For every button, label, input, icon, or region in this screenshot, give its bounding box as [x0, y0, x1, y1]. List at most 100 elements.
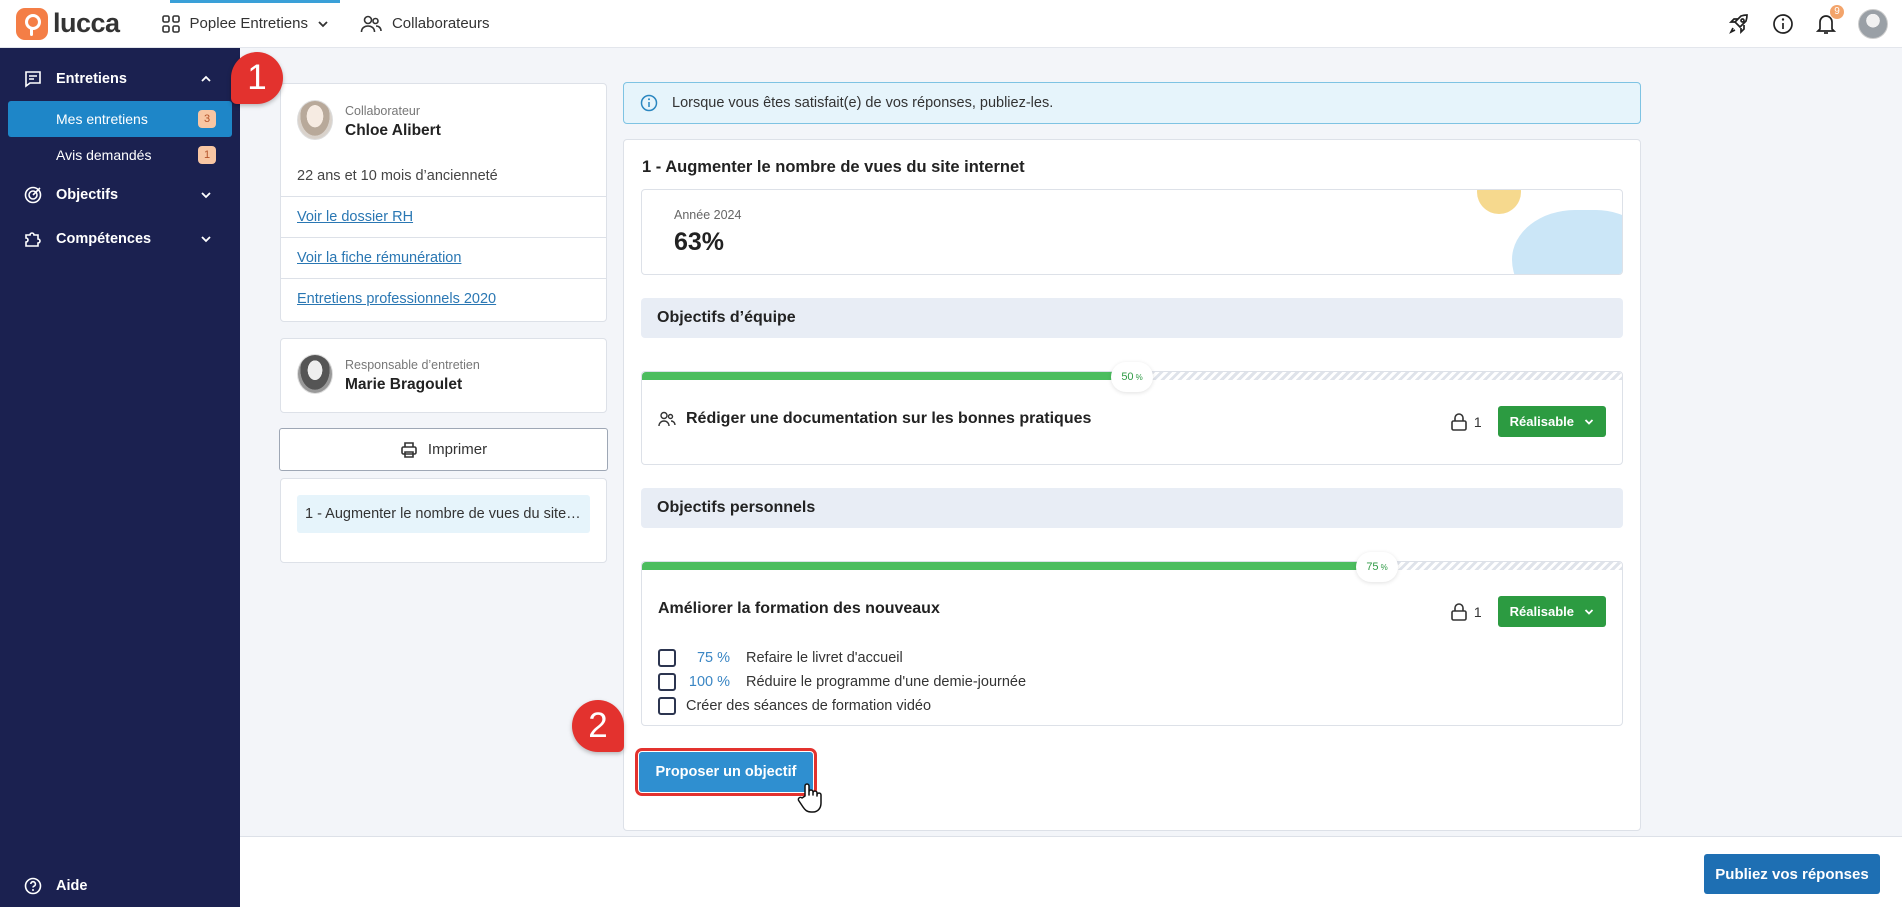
personal-goal-label: Améliorer la formation des nouveaux — [658, 600, 940, 617]
help-icon — [24, 877, 42, 895]
lucca-logo[interactable]: lucca — [16, 7, 120, 40]
seniority-text: 22 ans et 10 mois d’ancienneté — [297, 168, 498, 184]
target-icon — [24, 186, 42, 204]
status-label: Réalisable — [1509, 604, 1574, 619]
sidebar-section-label: Compétences — [56, 231, 152, 247]
info-text: Lorsque vous êtes satisfait(e) de vos ré… — [672, 95, 1054, 111]
lock-icon — [1450, 412, 1468, 432]
status-label: Réalisable — [1509, 414, 1574, 429]
collaborator-avatar — [297, 100, 333, 140]
users-icon — [360, 15, 382, 33]
rocket-icon[interactable] — [1728, 13, 1750, 35]
collaborators-label: Collaborateurs — [391, 15, 490, 32]
objective-card: 1 - Augmenter le nombre de vues du site … — [623, 139, 1641, 831]
personal-goal: 75% Améliorer la formation des nouveaux … — [641, 552, 1623, 726]
sidebar-item-avis-demandes[interactable]: Avis demandés 1 — [8, 137, 232, 173]
status-dropdown[interactable]: Réalisable — [1497, 596, 1606, 627]
info-icon — [640, 94, 658, 112]
key-result-checkbox[interactable] — [658, 673, 676, 691]
sidebar-section-label: Entretiens — [56, 71, 127, 87]
apps-grid-icon — [161, 14, 180, 33]
progress-value: 75 — [1366, 561, 1379, 573]
manager-name: Marie Bragoulet — [345, 376, 463, 393]
sidebar: Entretiens Mes entretiens 3 Avis demandé… — [0, 48, 240, 907]
sidebar-section-objectifs[interactable]: Objectifs — [0, 173, 240, 217]
progress-fill — [642, 562, 1377, 570]
year-label: Année 2024 — [674, 208, 742, 222]
sidebar-item-count: 1 — [198, 146, 216, 164]
team-goal-label: Rédiger une documentation sur les bonnes… — [686, 410, 1092, 427]
step-marker-2: 2 — [572, 700, 624, 752]
key-results-list: 75 % Refaire le livret d'accueil 100 % R… — [658, 646, 1026, 718]
percent-sign: % — [1380, 562, 1388, 572]
progress-pill: 75% — [1356, 552, 1398, 582]
lock-count: 1 — [1450, 412, 1482, 432]
toc-item[interactable]: 1 - Augmenter le nombre de vues du site … — [297, 495, 590, 533]
collaborator-role: Collaborateur — [345, 104, 421, 118]
salary-link[interactable]: Voir la fiche rémunération — [297, 250, 461, 266]
list-item: 75 % Refaire le livret d'accueil — [658, 646, 1026, 670]
publish-button[interactable]: Publiez vos réponses — [1704, 854, 1880, 894]
top-bar: lucca Poplee Entretiens Collaborateurs 9 — [0, 0, 1902, 48]
year-value: 63% — [674, 228, 725, 256]
progress-pill: 50% — [1111, 362, 1153, 392]
notification-count: 9 — [1830, 4, 1844, 19]
past-interviews-link[interactable]: Entretiens professionnels 2020 — [297, 291, 496, 307]
info-banner: Lorsque vous êtes satisfait(e) de vos ré… — [623, 82, 1641, 124]
interview-icon — [24, 70, 42, 88]
key-result-percent: 75 % — [696, 650, 730, 666]
team-objectives-header: Objectifs d’équipe — [641, 298, 1623, 338]
team-goal-title[interactable]: Rédiger une documentation sur les bonnes… — [658, 410, 1091, 428]
team-icon — [658, 411, 676, 427]
collaborator-card: Collaborateur Chloe Alibert 22 ans et 10… — [280, 83, 607, 322]
decorative-blob — [1512, 210, 1622, 274]
chevron-down-icon — [318, 19, 328, 29]
collaborators-link[interactable]: Collaborateurs — [348, 0, 502, 48]
notifications-bell[interactable]: 9 — [1816, 4, 1844, 35]
propose-objective-button[interactable]: Proposer un objectif — [635, 748, 817, 796]
objective-title: 1 - Augmenter le nombre de vues du site … — [642, 158, 1025, 176]
user-avatar[interactable] — [1858, 8, 1888, 39]
step-marker-1: 1 — [231, 52, 283, 104]
list-item: Créer des séances de formation vidéo — [658, 694, 1026, 718]
collaborator-name: Chloe Alibert — [345, 122, 441, 139]
sidebar-item-label: Mes entretiens — [56, 111, 148, 127]
chevron-down-icon — [200, 233, 212, 245]
manager-avatar — [297, 354, 333, 394]
progress-fill — [642, 372, 1132, 380]
chevron-down-icon — [1584, 607, 1594, 617]
app-switcher[interactable]: Poplee Entretiens — [150, 0, 341, 48]
key-result-percent: 100 % — [688, 674, 730, 690]
print-label: Imprimer — [427, 441, 488, 458]
print-button[interactable]: Imprimer — [279, 428, 608, 471]
printer-icon — [400, 441, 418, 459]
hand-cursor-icon — [796, 782, 824, 818]
footer-bar: Publiez vos réponses — [240, 836, 1902, 907]
manager-role: Responsable d’entretien — [345, 358, 480, 372]
sidebar-section-competences[interactable]: Compétences — [0, 217, 240, 261]
chevron-down-icon — [1584, 417, 1594, 427]
lock-count-value: 1 — [1473, 413, 1482, 430]
decorative-blob — [1477, 190, 1521, 214]
key-result-checkbox[interactable] — [658, 697, 676, 715]
key-result-checkbox[interactable] — [658, 649, 676, 667]
key-result-label: Refaire le livret d'accueil — [746, 650, 903, 666]
year-summary: Année 2024 63% — [641, 189, 1623, 275]
sidebar-item-label: Avis demandés — [56, 147, 152, 163]
percent-sign: % — [1135, 372, 1143, 382]
help-link[interactable]: Aide — [24, 877, 87, 895]
team-goal: 50% Rédiger une documentation sur les bo… — [641, 362, 1623, 465]
hr-file-link[interactable]: Voir le dossier RH — [297, 209, 413, 225]
toc-card: 1 - Augmenter le nombre de vues du site … — [280, 478, 607, 563]
sidebar-item-mes-entretiens[interactable]: Mes entretiens 3 — [8, 101, 232, 137]
progress-bar: 75% — [642, 552, 1622, 582]
toc-item-label: 1 - Augmenter le nombre de vues du site … — [305, 506, 582, 522]
personal-goal-title[interactable]: Améliorer la formation des nouveaux — [658, 600, 940, 618]
lock-count: 1 — [1450, 602, 1482, 622]
status-dropdown[interactable]: Réalisable — [1497, 406, 1606, 437]
personal-objectives-header: Objectifs personnels — [641, 488, 1623, 528]
progress-bar: 50% — [642, 362, 1622, 392]
manager-card: Responsable d’entretien Marie Bragoulet — [280, 338, 607, 413]
sidebar-section-entretiens[interactable]: Entretiens — [0, 57, 240, 101]
info-icon[interactable] — [1772, 13, 1794, 35]
